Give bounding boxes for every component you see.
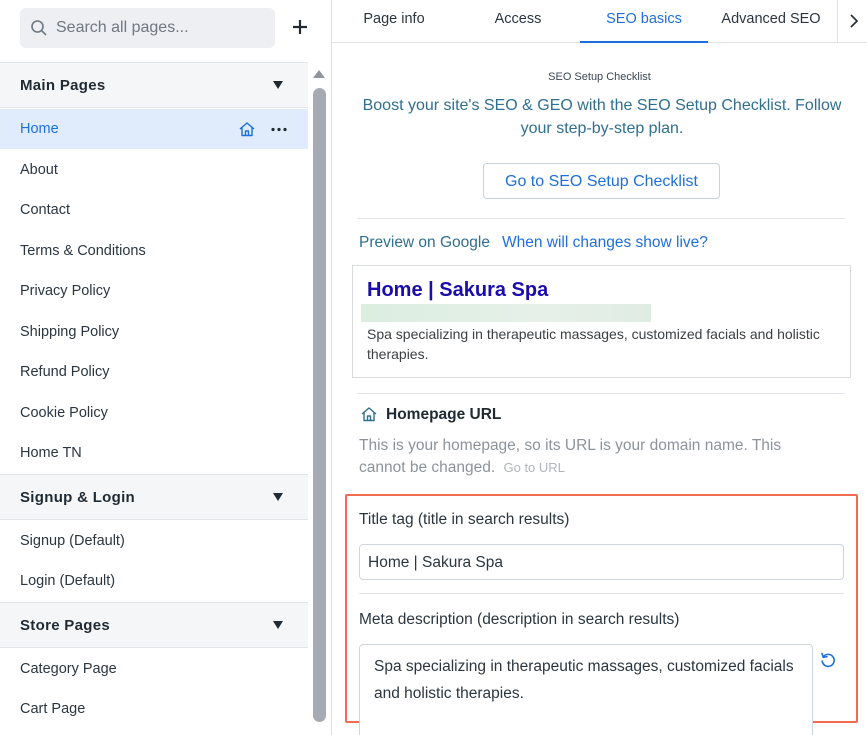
meta-description-label: Meta description (description in search … xyxy=(359,611,680,628)
go-to-url-link: Go to URL xyxy=(503,460,565,475)
panel-divider xyxy=(331,0,332,735)
add-page-icon[interactable] xyxy=(289,16,311,38)
section-title: Store Pages xyxy=(20,617,111,634)
page-label: Category Page xyxy=(20,661,117,677)
tab-page-info[interactable]: Page info xyxy=(332,0,456,43)
divider xyxy=(357,393,845,394)
page-item-shipping[interactable]: Shipping Policy xyxy=(0,312,308,352)
checklist-text: Boost your site's SEO & GEO with the SEO… xyxy=(362,97,842,137)
pages-panel: Search all pages... Main Pages Home Abou… xyxy=(0,0,308,735)
page-item-login[interactable]: Login (Default) xyxy=(0,561,308,601)
tab-seo-basics[interactable]: SEO basics xyxy=(580,0,708,43)
section-title: Main Pages xyxy=(20,77,106,94)
tab-bar: Page info Access SEO basics Advanced SEO xyxy=(332,0,867,43)
page-item-cookie[interactable]: Cookie Policy xyxy=(0,393,308,433)
section-main-pages[interactable]: Main Pages xyxy=(0,62,308,108)
tab-advanced-seo[interactable]: Advanced SEO xyxy=(708,0,834,43)
go-to-checklist-button[interactable]: Go to SEO Setup Checklist xyxy=(483,163,720,199)
section-store-pages[interactable]: Store Pages xyxy=(0,602,308,648)
page-label: Contact xyxy=(20,202,70,218)
page-item-about[interactable]: About xyxy=(0,150,308,190)
title-tag-label: Title tag (title in search results) xyxy=(359,511,570,528)
meta-description-input[interactable]: Spa specializing in therapeutic massages… xyxy=(359,644,813,735)
page-item-category[interactable]: Category Page xyxy=(0,649,308,689)
more-options-icon[interactable] xyxy=(270,127,288,132)
preview-label: Preview on Google xyxy=(359,234,490,251)
chevron-right-icon[interactable] xyxy=(849,14,859,28)
home-icon xyxy=(239,122,255,137)
page-label: Home TN xyxy=(20,445,82,461)
page-item-privacy[interactable]: Privacy Policy xyxy=(0,271,308,311)
homepage-url-description: This is your homepage, so its URL is you… xyxy=(359,435,829,479)
google-preview-url-blurred xyxy=(361,304,651,322)
home-icon xyxy=(361,407,377,422)
title-tag-input[interactable]: Home | Sakura Spa xyxy=(359,544,844,580)
page-label: Home xyxy=(20,121,59,137)
page-item-refund[interactable]: Refund Policy xyxy=(0,352,308,392)
scrollbar-thumb[interactable] xyxy=(313,88,326,722)
caret-down-icon[interactable] xyxy=(272,620,284,630)
caret-down-icon[interactable] xyxy=(272,492,284,502)
page-label: Cart Page xyxy=(20,701,86,717)
tab-separator xyxy=(837,0,838,43)
page-item-contact[interactable]: Contact xyxy=(0,190,308,230)
checklist-small-title: SEO Setup Checklist xyxy=(548,71,651,83)
page-label: Cookie Policy xyxy=(20,405,108,421)
homepage-url-title: Homepage URL xyxy=(386,406,502,423)
page-item-terms[interactable]: Terms & Conditions xyxy=(0,231,308,271)
page-item-home[interactable]: Home xyxy=(0,109,308,149)
search-box[interactable]: Search all pages... xyxy=(20,8,275,48)
google-preview-description: Spa specializing in therapeutic massages… xyxy=(367,326,820,362)
page-item-home-tn[interactable]: Home TN xyxy=(0,433,308,473)
homepage-url-desc-text: This is your homepage, so its URL is you… xyxy=(359,437,782,476)
reset-icon[interactable] xyxy=(819,651,837,669)
page-item-cart[interactable]: Cart Page xyxy=(0,689,308,729)
section-signup-login[interactable]: Signup & Login xyxy=(0,474,308,520)
page-label: Privacy Policy xyxy=(20,283,111,299)
page-label: Signup (Default) xyxy=(20,533,125,549)
google-preview-card: Home | Sakura Spa Spa specializing in th… xyxy=(352,265,851,378)
search-icon xyxy=(31,20,47,36)
scroll-up-icon[interactable] xyxy=(312,69,326,79)
page-label: Terms & Conditions xyxy=(20,243,146,259)
page-label: About xyxy=(20,162,58,178)
tab-access[interactable]: Access xyxy=(456,0,580,43)
section-title: Signup & Login xyxy=(20,489,136,506)
google-preview-title: Home | Sakura Spa xyxy=(367,279,549,301)
changes-live-link[interactable]: When will changes show live? xyxy=(502,234,708,252)
page-label: Shipping Policy xyxy=(20,324,120,340)
search-input[interactable]: Search all pages... xyxy=(56,19,189,37)
active-tab-indicator xyxy=(580,41,708,43)
divider xyxy=(359,593,844,594)
caret-down-icon[interactable] xyxy=(272,80,284,90)
divider xyxy=(357,218,845,219)
page-label: Login (Default) xyxy=(20,573,116,589)
page-item-signup[interactable]: Signup (Default) xyxy=(0,521,308,561)
page-label: Refund Policy xyxy=(20,364,110,380)
